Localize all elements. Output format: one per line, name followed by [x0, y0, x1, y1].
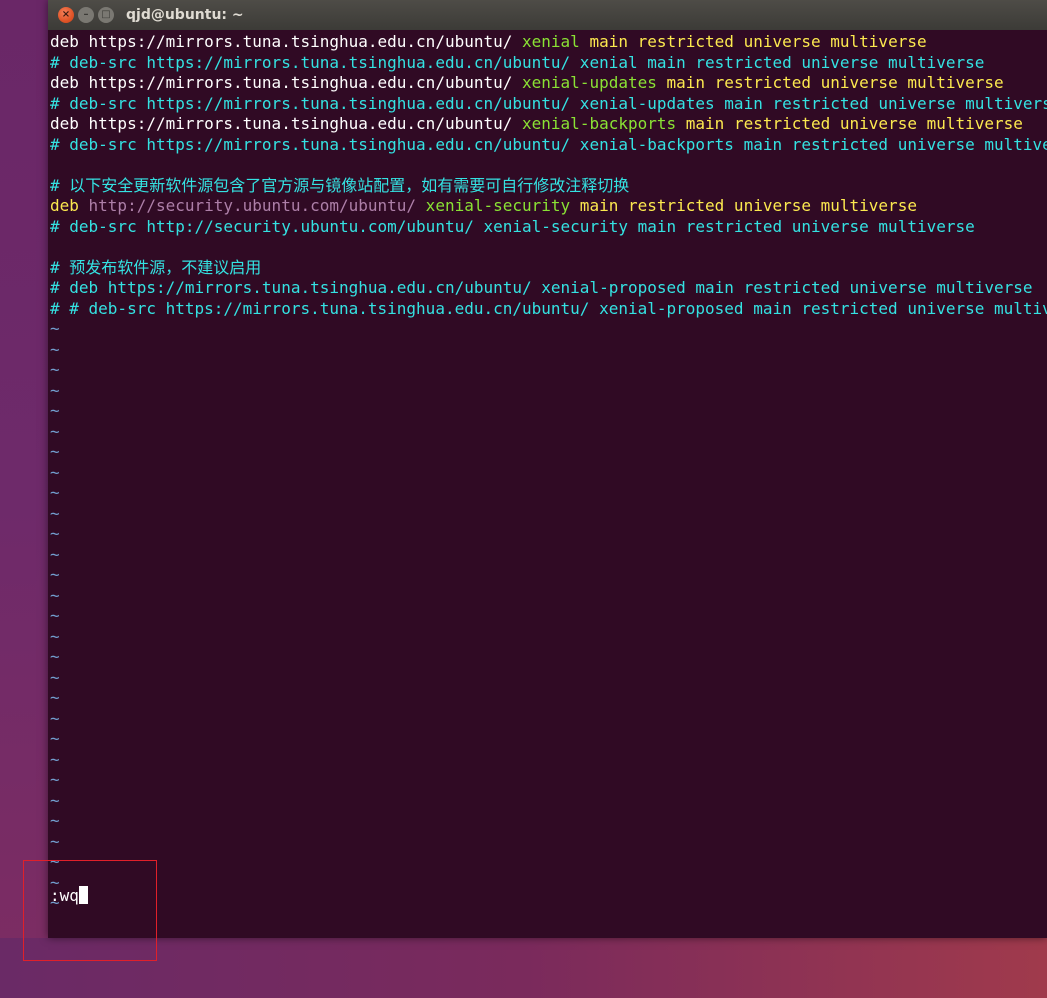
- terminal-text-segment: # 预发布软件源，不建议启用: [50, 257, 262, 277]
- terminal-text-segment: # 以下安全更新软件源包含了官方源与镜像站配置，如有需要可自行修改注释切换: [50, 175, 630, 195]
- empty-line-tilde: ~: [50, 483, 60, 502]
- window-title: qjd@ubuntu: ~: [126, 7, 244, 23]
- empty-line-tilde: ~: [50, 565, 60, 584]
- terminal-content[interactable]: deb https://mirrors.tuna.tsinghua.edu.cn…: [48, 32, 1047, 938]
- terminal-line: # # deb-src https://mirrors.tuna.tsinghu…: [48, 299, 1047, 320]
- window-titlebar[interactable]: × – □ qjd@ubuntu: ~: [48, 0, 1047, 30]
- empty-line-tilde: ~: [50, 319, 60, 338]
- terminal-line: # deb-src http://security.ubuntu.com/ubu…: [48, 217, 1047, 238]
- empty-line-tilde: ~: [50, 524, 60, 543]
- terminal-text-segment: deb: [50, 196, 89, 215]
- empty-line-tilde: ~: [50, 462, 60, 482]
- terminal-line: # deb-src https://mirrors.tuna.tsinghua.…: [48, 94, 1047, 115]
- empty-line-tilde: ~: [50, 852, 60, 871]
- terminal-line: # 预发布软件源，不建议启用: [48, 258, 1047, 279]
- empty-line-tilde: ~: [50, 667, 60, 687]
- terminal-line: deb https://mirrors.tuna.tsinghua.edu.cn…: [48, 73, 1047, 94]
- terminal-text-segment: main restricted universe multiverse: [656, 73, 1004, 92]
- terminal-text-segment: xenial-security: [416, 196, 571, 215]
- minimize-icon[interactable]: –: [78, 7, 94, 23]
- empty-line-tilde: ~: [50, 893, 60, 912]
- empty-line-tilde: ~: [50, 380, 60, 400]
- empty-line-tilde: ~: [50, 790, 60, 810]
- terminal-text-segment: xenial-updates: [522, 73, 657, 92]
- terminal-line: # deb-src https://mirrors.tuna.tsinghua.…: [48, 53, 1047, 74]
- terminal-text-segment: xenial-backports: [522, 114, 677, 133]
- empty-line-tilde: ~: [50, 421, 60, 441]
- terminal-text-segment: # deb-src https://mirrors.tuna.tsinghua.…: [50, 52, 985, 72]
- empty-line-tilde: ~: [50, 442, 60, 461]
- empty-line-tilde: ~: [50, 544, 60, 564]
- empty-line-tilde: ~: [50, 360, 60, 379]
- empty-line-tilde: ~: [50, 626, 60, 646]
- terminal-line: # deb https://mirrors.tuna.tsinghua.edu.…: [48, 278, 1047, 299]
- terminal-text-segment: # deb-src http://security.ubuntu.com/ubu…: [50, 216, 975, 236]
- terminal-text-segment: main restricted universe multiverse: [579, 32, 927, 51]
- terminal-window[interactable]: × – □ qjd@ubuntu: ~ deb https://mirrors.…: [48, 0, 1047, 938]
- empty-line-tilde: ~: [50, 729, 60, 748]
- terminal-text-segment: # deb-src https://mirrors.tuna.tsinghua.…: [50, 134, 1047, 154]
- empty-line-tilde: ~: [50, 811, 60, 830]
- empty-line-tilde: ~: [50, 749, 60, 769]
- terminal-text-segment: # deb-src https://mirrors.tuna.tsinghua.…: [50, 93, 1047, 113]
- terminal-text-segment: deb https://mirrors.tuna.tsinghua.edu.cn…: [50, 32, 523, 51]
- close-icon[interactable]: ×: [58, 7, 74, 23]
- empty-line-tilde: ~: [50, 339, 60, 359]
- empty-line-tilde: ~: [50, 831, 60, 851]
- empty-line-tilde: ~: [50, 585, 60, 605]
- terminal-text-segment: # deb https://mirrors.tuna.tsinghua.edu.…: [50, 278, 1033, 297]
- terminal-line: deb http://security.ubuntu.com/ubuntu/ x…: [48, 196, 1047, 217]
- empty-line-tilde: ~: [50, 606, 60, 625]
- empty-line-tilde: ~: [50, 647, 60, 666]
- empty-line-tilde: ~: [50, 688, 60, 707]
- desktop-background-bottom: [0, 938, 1047, 998]
- desktop-background: [0, 0, 48, 998]
- terminal-line: # 以下安全更新软件源包含了官方源与镜像站配置，如有需要可自行修改注释切换: [48, 176, 1047, 197]
- terminal-text-segment: main restricted universe multiverse: [676, 114, 1023, 133]
- terminal-text-segment: # # deb-src https://mirrors.tuna.tsinghu…: [50, 298, 1047, 318]
- empty-line-tilde: ~: [50, 503, 60, 523]
- terminal-text-segment: xenial: [522, 32, 580, 51]
- empty-line-tilde: ~: [50, 401, 60, 420]
- terminal-text-segment: main restricted universe multiverse: [570, 196, 917, 215]
- terminal-text-segment: deb https://mirrors.tuna.tsinghua.edu.cn…: [50, 73, 523, 92]
- terminal-line: deb https://mirrors.tuna.tsinghua.edu.cn…: [48, 114, 1047, 135]
- empty-line-tilde: ~: [50, 872, 60, 892]
- empty-line-tilde: ~: [50, 708, 60, 728]
- annotation-highlight-box: [23, 860, 157, 961]
- terminal-text-segment: http://security.ubuntu.com/ubuntu/: [88, 196, 417, 215]
- maximize-icon[interactable]: □: [98, 7, 114, 23]
- terminal-line: deb https://mirrors.tuna.tsinghua.edu.cn…: [48, 32, 1047, 53]
- empty-line-tilde: ~: [50, 770, 60, 789]
- terminal-line: # deb-src https://mirrors.tuna.tsinghua.…: [48, 135, 1047, 156]
- terminal-text-segment: deb https://mirrors.tuna.tsinghua.edu.cn…: [50, 114, 523, 133]
